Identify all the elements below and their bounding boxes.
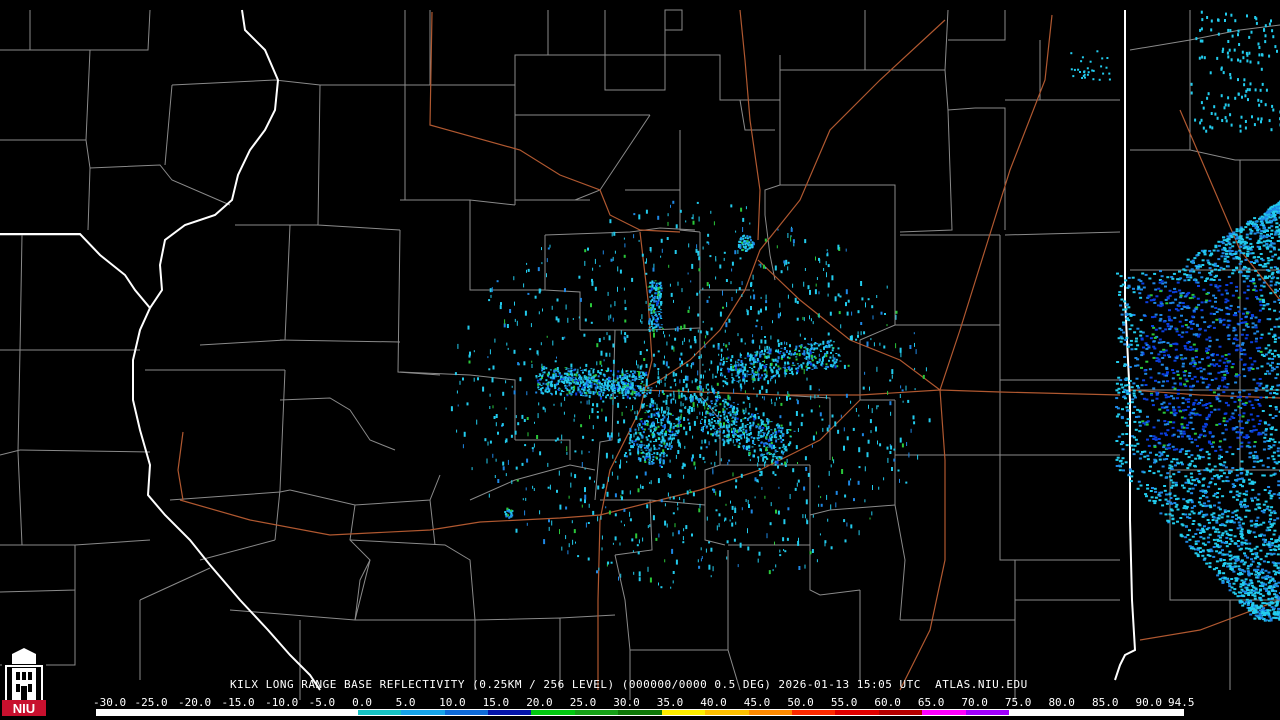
- colorbar-segment: [661, 710, 706, 715]
- scale-label: 25.0: [569, 696, 597, 709]
- niu-logo: NIU: [2, 646, 46, 716]
- scale-label: 55.0: [830, 696, 858, 709]
- scale-label: 0.0: [352, 696, 372, 709]
- colorbar-segment: [97, 710, 141, 715]
- scale-label: 50.0: [787, 696, 814, 709]
- colorbar-segment: [1009, 710, 1053, 715]
- scale-label: 5.0: [395, 696, 416, 709]
- colorbar-segment: [140, 710, 184, 715]
- colorbar-segment: [748, 710, 792, 715]
- colorbar-segment: [183, 710, 228, 715]
- colorbar-segment: [1096, 710, 1140, 715]
- scale-label: 85.0: [1091, 696, 1119, 709]
- scale-label: -5.0: [308, 696, 336, 709]
- colorbar-segment: [270, 710, 315, 715]
- scale-label: 70.0: [961, 696, 988, 709]
- colorbar-segment: [357, 710, 402, 715]
- colorbar-segment: [487, 710, 532, 715]
- scale-label: -25.0: [134, 696, 168, 709]
- scale-label: -20.0: [178, 696, 212, 709]
- colorbar-segment: [878, 710, 923, 715]
- colorbar-segment: [574, 710, 619, 715]
- colorbar-segment: [444, 710, 488, 715]
- scale-label: 30.0: [613, 696, 640, 709]
- scale-label: 94.5: [1168, 696, 1195, 709]
- scale-label: -10.0: [265, 696, 299, 709]
- scale-label: 75.0: [1004, 696, 1032, 709]
- colorbar-segment: [314, 710, 358, 715]
- scale-label: -30.0: [93, 696, 127, 709]
- colorbar-segment: [922, 710, 966, 715]
- colorbar-segment: [227, 710, 271, 715]
- scale-label: 60.0: [874, 696, 901, 709]
- scale-label: -15.0: [221, 696, 255, 709]
- scale-label: 15.0: [482, 696, 510, 709]
- scale-label: 45.0: [743, 696, 771, 709]
- reflectivity-colorbar: [96, 709, 1184, 716]
- colorbar-segment: [705, 710, 749, 715]
- niu-logo-text: NIU: [13, 701, 35, 716]
- scale-label: 80.0: [1048, 696, 1075, 709]
- scale-label: 40.0: [700, 696, 727, 709]
- colorbar-segment: [1139, 710, 1183, 715]
- product-title: KILX LONG RANGE BASE REFLECTIVITY (0.25K…: [230, 678, 1028, 691]
- colorbar-segment: [792, 710, 836, 715]
- scale-label: 65.0: [917, 696, 945, 709]
- colorbar-segment: [618, 710, 662, 715]
- colorbar-segment: [531, 710, 575, 715]
- scale-label: 35.0: [656, 696, 684, 709]
- scale-label: 20.0: [526, 696, 553, 709]
- colorbar-segment: [401, 710, 445, 715]
- scale-label: 90.0: [1135, 696, 1162, 709]
- colorbar-segment: [835, 710, 879, 715]
- reflectivity-scale-labels: -30.0 -25.0 -20.0 -15.0 -10.0 -5.0 0.0 5.0 10.0 1…: [93, 696, 1196, 709]
- colorbar-segment: [965, 710, 1010, 715]
- radar-map: [0, 0, 1280, 720]
- scale-label: 10.0: [439, 696, 466, 709]
- colorbar-segment: [1052, 710, 1097, 715]
